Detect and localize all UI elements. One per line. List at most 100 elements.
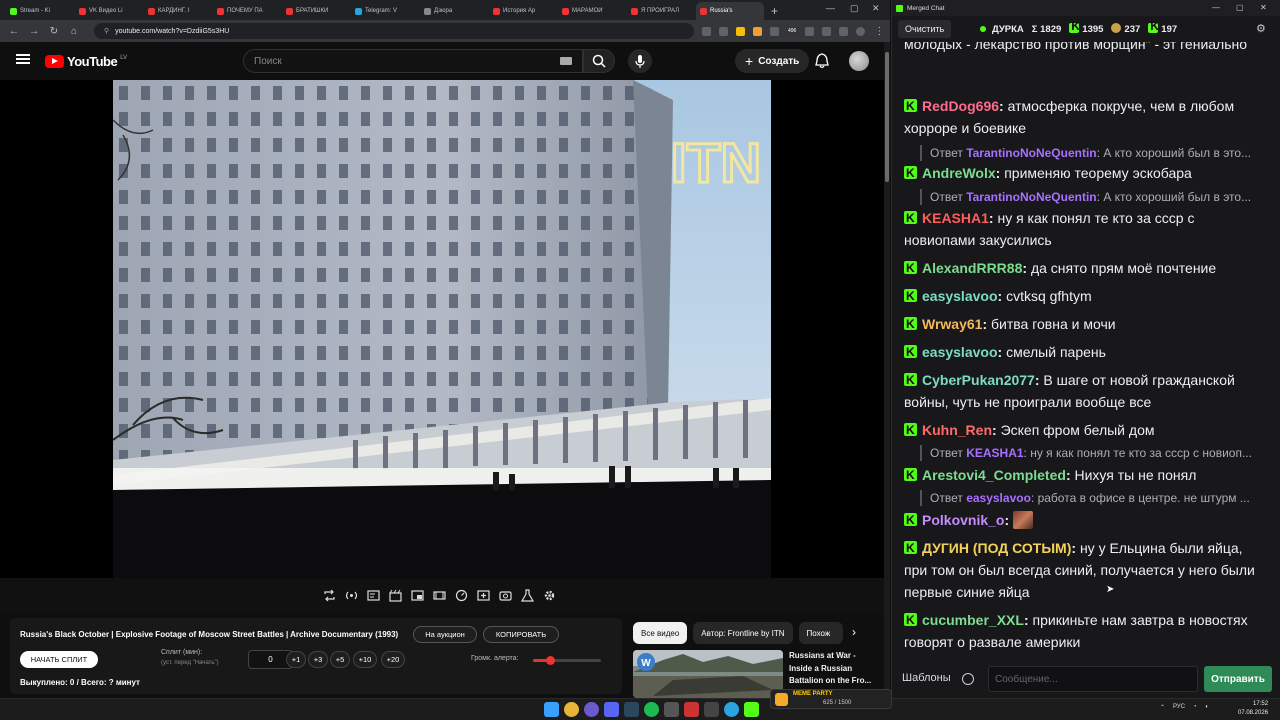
reply-username[interactable]: TarantinoNoNeQuentin — [966, 190, 1096, 204]
create-button[interactable]: + Создать — [735, 49, 810, 73]
chevron-right-icon[interactable]: › — [852, 625, 856, 639]
chip-author[interactable]: Автор: Frontline by ITN — [693, 622, 793, 644]
chat-username[interactable]: ДУГИН (ПОД СОТЫМ) — [922, 540, 1071, 556]
chat-username[interactable]: AndreWolx — [922, 165, 996, 181]
meme-party-widget[interactable]: MEME PARTY 625 / 1500 — [770, 689, 892, 709]
chat-username[interactable]: easyslavoo — [922, 288, 998, 304]
app-icon[interactable] — [664, 702, 679, 717]
gear-icon[interactable] — [541, 587, 557, 603]
broadcast-icon[interactable] — [343, 587, 359, 603]
network-icon[interactable]: ◔ — [1193, 704, 1197, 711]
chat-username[interactable]: easyslavoo — [922, 344, 998, 360]
loop-icon[interactable] — [321, 587, 337, 603]
kick-app-icon[interactable] — [744, 702, 759, 717]
screenshot-icon[interactable] — [497, 587, 513, 603]
templates-button[interactable]: Шаблоны — [902, 672, 951, 684]
emoji-icon[interactable] — [962, 673, 974, 685]
browser-tab[interactable]: КАРДИНГ. I — [144, 2, 212, 20]
chat-minimize-icon[interactable]: — — [1212, 3, 1220, 12]
search-button[interactable] — [583, 49, 615, 73]
add-3-button[interactable]: +3 — [308, 651, 328, 668]
browser-tab[interactable]: ПОЧЕМУ ПА — [213, 2, 281, 20]
playlist-settings-icon[interactable] — [365, 587, 381, 603]
add-1-button[interactable]: +1 — [286, 651, 306, 668]
puzzle-icon[interactable] — [805, 26, 815, 36]
language-indicator[interactable]: РУС — [1173, 704, 1185, 711]
notifications-button[interactable] — [815, 53, 829, 74]
settings-icon[interactable]: ⚙ — [1256, 22, 1266, 35]
browser-tab[interactable]: Telegram: V — [351, 2, 419, 20]
pip-icon[interactable] — [409, 587, 425, 603]
browser-tab[interactable]: Russia's — [696, 2, 764, 20]
tray-chevron-icon[interactable]: ⌃ — [1160, 704, 1165, 711]
steam-icon[interactable] — [624, 702, 639, 717]
chip-similar[interactable]: Похож — [798, 622, 843, 644]
reply-username[interactable]: easyslavoo — [966, 491, 1031, 505]
extension-icon-2[interactable] — [770, 26, 779, 36]
reload-icon[interactable]: ↻ — [48, 26, 60, 37]
site-info-icon[interactable]: ⚲ — [104, 27, 109, 35]
discord-icon[interactable] — [604, 702, 619, 717]
browser-tab[interactable]: VK Видео Li — [75, 2, 143, 20]
reply-context[interactable]: Ответ KEASHA1: ну я как понял те кто за … — [920, 445, 1260, 461]
scrollbar-thumb[interactable] — [885, 52, 889, 182]
chat-username[interactable]: Wrway61 — [922, 316, 982, 332]
flask-icon[interactable] — [519, 587, 535, 603]
clapper-icon[interactable] — [387, 587, 403, 603]
browser-tab[interactable]: Stream - Ki — [6, 2, 74, 20]
chat-username[interactable]: KEASHA1 — [922, 210, 989, 226]
reply-context[interactable]: Ответ TarantinoNoNeQuentin: А кто хороши… — [920, 145, 1260, 161]
app-icon-2[interactable] — [684, 702, 699, 717]
download-icon[interactable] — [822, 26, 832, 36]
browser-tab[interactable]: МАРАМОИ — [558, 2, 626, 20]
sidebar-icon[interactable] — [839, 26, 849, 36]
speed-icon[interactable] — [453, 587, 469, 603]
windows-start-icon[interactable] — [544, 702, 559, 717]
voice-search-button[interactable] — [628, 49, 652, 73]
clock[interactable]: 17:52 07.08.2026 — [1238, 700, 1268, 718]
clear-chat-button[interactable]: Очистить — [898, 20, 952, 38]
chat-username[interactable]: AlexandRRR88 — [922, 260, 1022, 276]
browser-tab[interactable]: Я ПРОИГРАЛ — [627, 2, 695, 20]
start-split-button[interactable]: НАЧАТЬ СПЛИТ — [20, 651, 98, 668]
chat-username[interactable]: RedDog696 — [922, 98, 999, 114]
volume-icon[interactable]: ◖ — [1205, 704, 1209, 711]
browser-tab[interactable]: БРАТИШКИ — [282, 2, 350, 20]
chat-username[interactable]: cucumber_XXL — [922, 612, 1024, 628]
page-scrollbar[interactable] — [884, 42, 890, 698]
reply-context[interactable]: Ответ TarantinoNoNeQuentin: А кто хороши… — [920, 189, 1260, 205]
reply-username[interactable]: KEASHA1 — [966, 446, 1023, 460]
url-field[interactable]: ⚲ youtube.com/watch?v=DzdiiG5s3HU — [94, 23, 694, 39]
chat-maximize-icon[interactable]: ▢ — [1236, 3, 1244, 12]
chat-username[interactable]: Polkovnik_o — [922, 512, 1004, 528]
telegram-icon[interactable] — [724, 702, 739, 717]
chat-username[interactable]: CyberPukan2077 — [922, 372, 1035, 388]
message-input[interactable]: Сообщение... — [988, 666, 1198, 692]
browser-tab[interactable]: История Ар — [489, 2, 557, 20]
reply-context[interactable]: Ответ easyslavoo: работа в офисе в центр… — [920, 490, 1260, 506]
new-tab-button[interactable]: + — [765, 2, 784, 20]
chat-scrollbar[interactable] — [1274, 42, 1280, 656]
hamburger-icon[interactable] — [16, 54, 30, 64]
add-10-button[interactable]: +10 — [353, 651, 377, 668]
keyboard-icon[interactable] — [560, 57, 572, 65]
search-lens-icon[interactable] — [702, 26, 711, 36]
alert-volume-slider[interactable] — [533, 656, 601, 665]
maximize-icon[interactable]: ▢ — [850, 3, 859, 14]
youtube-logo[interactable]: YouTube LV — [45, 54, 127, 69]
home-icon[interactable]: ⌂ — [68, 26, 80, 37]
profile-icon[interactable] — [856, 26, 866, 36]
send-button[interactable]: Отправить — [1204, 666, 1272, 692]
app-icon-3[interactable] — [704, 702, 719, 717]
add-to-queue-icon[interactable] — [475, 587, 491, 603]
extension-icon[interactable] — [753, 26, 762, 36]
chat-username[interactable]: Arestovi4_Completed — [922, 467, 1066, 483]
copy-button[interactable]: КОПИРОВАТЬ — [483, 626, 559, 643]
star-icon[interactable] — [736, 26, 745, 36]
chat-username[interactable]: Kuhn_Ren — [922, 422, 992, 438]
chrome-icon[interactable] — [564, 702, 579, 717]
minimize-icon[interactable]: — — [826, 3, 835, 13]
video-player[interactable]: ITN — [0, 80, 884, 578]
obs-icon[interactable] — [584, 702, 599, 717]
add-5-button[interactable]: +5 — [330, 651, 350, 668]
